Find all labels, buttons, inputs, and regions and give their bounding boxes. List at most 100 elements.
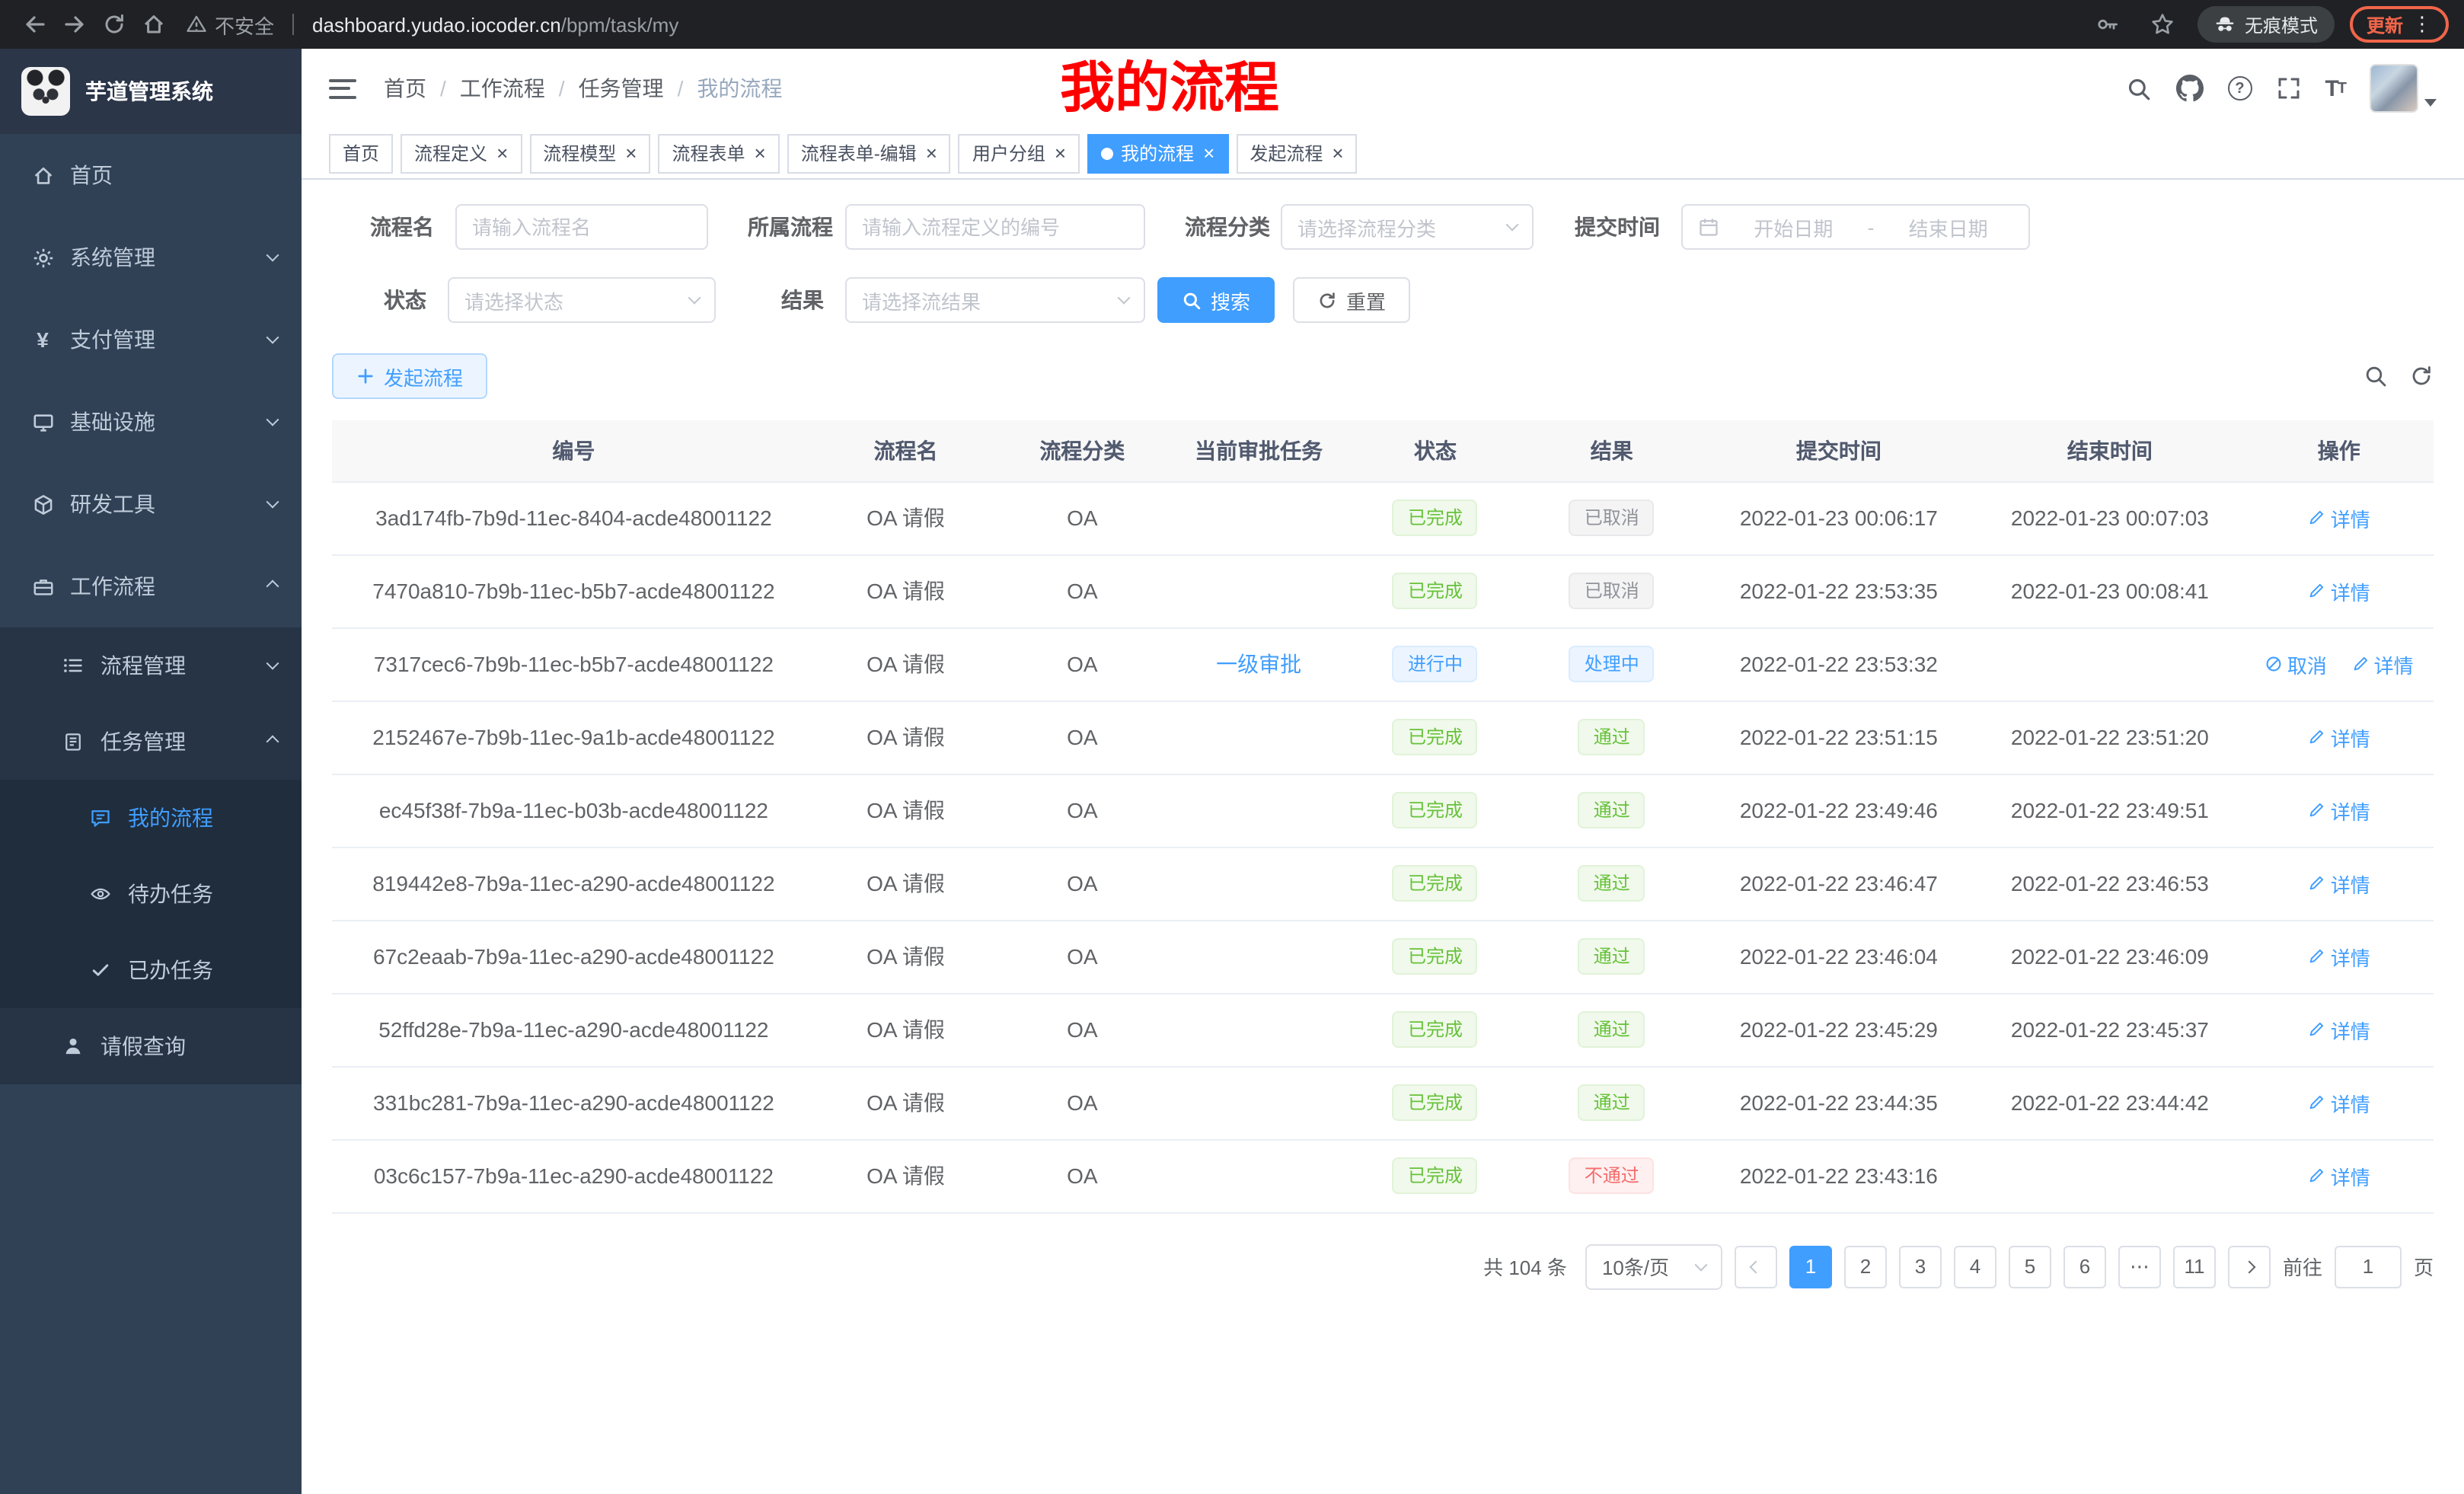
sidebar-item-todo-tasks[interactable]: 待办任务 <box>0 856 302 932</box>
create-process-button[interactable]: 发起流程 <box>332 353 487 399</box>
help-icon[interactable]: ? <box>2227 76 2252 101</box>
security-warning[interactable]: 不安全 <box>186 10 274 39</box>
update-button[interactable]: 更新 ⋮ <box>2350 6 2449 43</box>
goto-page-input[interactable] <box>2335 1245 2402 1288</box>
tab-home[interactable]: 首页 <box>329 133 393 173</box>
sidebar-item-my-process[interactable]: 我的流程 <box>0 780 302 856</box>
cell-result: 通过 <box>1521 847 1702 920</box>
cancel-button[interactable]: 取消 <box>2265 650 2327 678</box>
browser-forward-icon[interactable] <box>55 5 94 44</box>
browser-home-icon[interactable] <box>134 5 174 44</box>
page-url[interactable]: dashboard.yudao.iocoder.cn/bpm/task/my <box>312 13 678 36</box>
page-button[interactable]: ⋯ <box>2118 1245 2161 1288</box>
close-icon[interactable]: × <box>1202 143 1214 163</box>
search-icon[interactable] <box>2125 75 2151 101</box>
breadcrumb-separator: / <box>440 76 446 101</box>
cell-status: 已完成 <box>1349 1139 1521 1212</box>
page-button[interactable]: 3 <box>1899 1245 1942 1288</box>
category-select[interactable]: 请选择流程分类 <box>1281 204 1534 250</box>
page-button[interactable]: 11 <box>2173 1245 2216 1288</box>
tab-process-definition[interactable]: 流程定义× <box>401 133 522 173</box>
tab-process-form-edit[interactable]: 流程表单-编辑× <box>787 133 951 173</box>
start-date-placeholder[interactable]: 开始日期 <box>1728 212 1859 241</box>
sidebar-item-leave-query[interactable]: 请假查询 <box>0 1008 302 1084</box>
breadcrumb-workflow[interactable]: 工作流程 <box>460 73 545 104</box>
search-button[interactable]: 搜索 <box>1157 277 1275 323</box>
prev-page-button[interactable] <box>1735 1245 1777 1288</box>
tab-my-process[interactable]: 我的流程× <box>1087 133 1228 173</box>
tab-start-process[interactable]: 发起流程× <box>1236 133 1357 173</box>
page-button[interactable]: 1 <box>1789 1245 1832 1288</box>
refresh-icon[interactable] <box>2409 364 2434 388</box>
browser-reload-icon[interactable] <box>94 5 134 44</box>
status-select[interactable]: 请选择状态 <box>448 277 716 323</box>
sidebar-item-done-tasks[interactable]: 已办任务 <box>0 932 302 1008</box>
detail-button[interactable]: 详情 <box>2308 869 2370 898</box>
detail-button[interactable]: 详情 <box>2308 1015 2370 1044</box>
search-toggle-icon[interactable] <box>2363 364 2388 388</box>
user-menu[interactable] <box>2370 64 2437 113</box>
page-button[interactable]: 4 <box>1954 1245 1996 1288</box>
detail-button[interactable]: 详情 <box>2308 503 2370 532</box>
sidebar-toggle-icon[interactable] <box>329 78 356 98</box>
bookmark-star-icon[interactable] <box>2143 5 2182 44</box>
breadcrumb-task-management[interactable]: 任务管理 <box>579 73 664 104</box>
fullscreen-icon[interactable] <box>2276 76 2300 101</box>
status-badge: 已完成 <box>1393 1157 1478 1194</box>
address-bar[interactable]: 不安全 dashboard.yudao.iocoder.cn/bpm/task/… <box>186 10 2070 39</box>
detail-button[interactable]: 详情 <box>2308 942 2370 971</box>
page-size-select[interactable]: 10条/页 <box>1585 1243 1722 1289</box>
github-icon[interactable] <box>2175 75 2203 102</box>
sidebar-item-process-management[interactable]: 流程管理 <box>0 627 302 704</box>
font-size-icon[interactable]: TT <box>2325 75 2345 101</box>
sidebar-item-task-management[interactable]: 任务管理 <box>0 704 302 780</box>
app-logo[interactable]: 芋道管理系统 <box>0 49 302 134</box>
close-icon[interactable]: × <box>495 143 508 163</box>
password-key-icon[interactable] <box>2088 5 2127 44</box>
submit-time-range-picker[interactable]: 开始日期 - 结束日期 <box>1681 204 2030 250</box>
cell-end-time: 2022-01-22 23:46:53 <box>1975 847 2244 920</box>
page-button[interactable]: 6 <box>2063 1245 2106 1288</box>
close-icon[interactable]: × <box>1330 143 1343 163</box>
browser-chrome: 不安全 dashboard.yudao.iocoder.cn/bpm/task/… <box>0 0 2464 49</box>
process-name-input[interactable] <box>472 215 691 238</box>
close-icon[interactable]: × <box>924 143 937 163</box>
current-task-link[interactable]: 一级审批 <box>1216 652 1301 676</box>
detail-button[interactable]: 详情 <box>2308 1088 2370 1117</box>
sidebar-item-workflow[interactable]: 工作流程 <box>0 545 302 627</box>
sidebar-item-home[interactable]: 首页 <box>0 134 302 216</box>
sidebar-item-infrastructure[interactable]: 基础设施 <box>0 381 302 463</box>
detail-button[interactable]: 详情 <box>2308 576 2370 605</box>
page-button[interactable]: 2 <box>1844 1245 1887 1288</box>
result-select[interactable]: 请选择流结果 <box>845 277 1145 323</box>
detail-button[interactable]: 详情 <box>2351 650 2414 678</box>
browser-menu-icon[interactable]: ⋮ <box>2412 12 2432 37</box>
avatar[interactable] <box>2370 64 2418 113</box>
next-page-button[interactable] <box>2228 1245 2271 1288</box>
detail-button[interactable]: 详情 <box>2308 796 2370 825</box>
monitor-icon <box>30 410 55 433</box>
tab-user-group[interactable]: 用户分组× <box>959 133 1080 173</box>
detail-button[interactable]: 详情 <box>2308 1161 2370 1190</box>
page-size-value: 10条/页 <box>1602 1252 1669 1281</box>
end-date-placeholder[interactable]: 结束日期 <box>1883 212 2013 241</box>
sidebar-item-devtools[interactable]: 研发工具 <box>0 463 302 545</box>
status-badge: 已完成 <box>1393 792 1478 828</box>
breadcrumb-current: 我的流程 <box>697 73 782 104</box>
detail-button[interactable]: 详情 <box>2308 723 2370 752</box>
close-icon[interactable]: × <box>753 143 766 163</box>
process-def-input[interactable] <box>862 215 1128 238</box>
column-header: 当前审批任务 <box>1168 420 1348 481</box>
tab-process-model[interactable]: 流程模型× <box>529 133 650 173</box>
browser-back-icon[interactable] <box>15 5 55 44</box>
chevron-down-icon <box>267 413 279 426</box>
close-icon[interactable]: × <box>1053 143 1066 163</box>
category-label: 流程分类 <box>1185 212 1281 242</box>
page-button[interactable]: 5 <box>2009 1245 2051 1288</box>
sidebar-item-system-management[interactable]: 系统管理 <box>0 216 302 298</box>
sidebar-item-payment-management[interactable]: ¥ 支付管理 <box>0 298 302 381</box>
breadcrumb-home[interactable]: 首页 <box>384 73 426 104</box>
reset-button[interactable]: 重置 <box>1293 277 1410 323</box>
tab-process-form[interactable]: 流程表单× <box>658 133 779 173</box>
close-icon[interactable]: × <box>624 143 637 163</box>
